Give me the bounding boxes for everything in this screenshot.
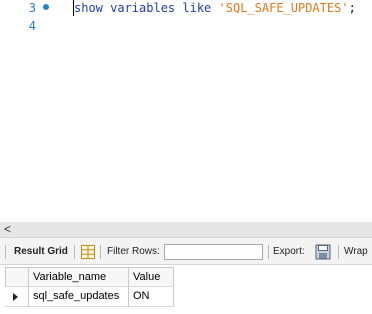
statement-marker-icon bbox=[43, 4, 49, 10]
toolbar-separator bbox=[74, 245, 75, 259]
toolbar-separator bbox=[338, 245, 339, 259]
current-row-arrow-icon bbox=[13, 293, 18, 301]
result-grid-tab[interactable]: Result Grid bbox=[14, 245, 68, 259]
editor-line[interactable]: 3 show variables like 'SQL_SAFE_UPDATES'… bbox=[0, 0, 372, 17]
table-row[interactable]: sql_safe_updates ON bbox=[0, 287, 372, 307]
sql-semicolon: ; bbox=[348, 1, 356, 15]
column-header[interactable]: Variable_name bbox=[29, 267, 129, 287]
scroll-left-icon[interactable]: < bbox=[4, 222, 11, 237]
grid-layout-icon[interactable] bbox=[81, 245, 95, 259]
sql-editor[interactable]: 3 show variables like 'SQL_SAFE_UPDATES'… bbox=[0, 0, 372, 222]
editor-line[interactable]: 4 bbox=[0, 17, 372, 35]
sql-statement[interactable]: show variables like 'SQL_SAFE_UPDATES'; bbox=[74, 0, 356, 17]
sql-string-literal: 'SQL_SAFE_UPDATES' bbox=[218, 1, 349, 15]
row-header-corner bbox=[5, 267, 29, 287]
sql-keywords: show variables like bbox=[74, 1, 212, 15]
export-icon[interactable] bbox=[315, 244, 331, 260]
toolbar-separator bbox=[100, 245, 101, 259]
horizontal-scrollbar[interactable]: < bbox=[0, 222, 372, 237]
table-header-row: Variable_name Value bbox=[0, 267, 372, 287]
row-selector[interactable] bbox=[5, 287, 29, 307]
line-number: 4 bbox=[28, 19, 36, 33]
table-cell[interactable]: sql_safe_updates bbox=[29, 287, 129, 307]
column-header[interactable]: Value bbox=[129, 267, 174, 287]
toolbar-separator bbox=[5, 245, 6, 259]
wrap-toggle[interactable]: Wrap bbox=[344, 245, 368, 259]
result-grid: Variable_name Value sql_safe_updates ON bbox=[0, 265, 372, 314]
result-toolbar: Result Grid Filter Rows: Export: Wrap bbox=[0, 237, 372, 265]
toolbar-separator bbox=[268, 245, 269, 259]
export-label: Export: bbox=[273, 246, 305, 257]
filter-rows-input[interactable] bbox=[164, 244, 263, 260]
line-number: 3 bbox=[28, 1, 36, 15]
table-cell[interactable]: ON bbox=[129, 287, 174, 307]
filter-rows-label: Filter Rows: bbox=[107, 246, 160, 257]
